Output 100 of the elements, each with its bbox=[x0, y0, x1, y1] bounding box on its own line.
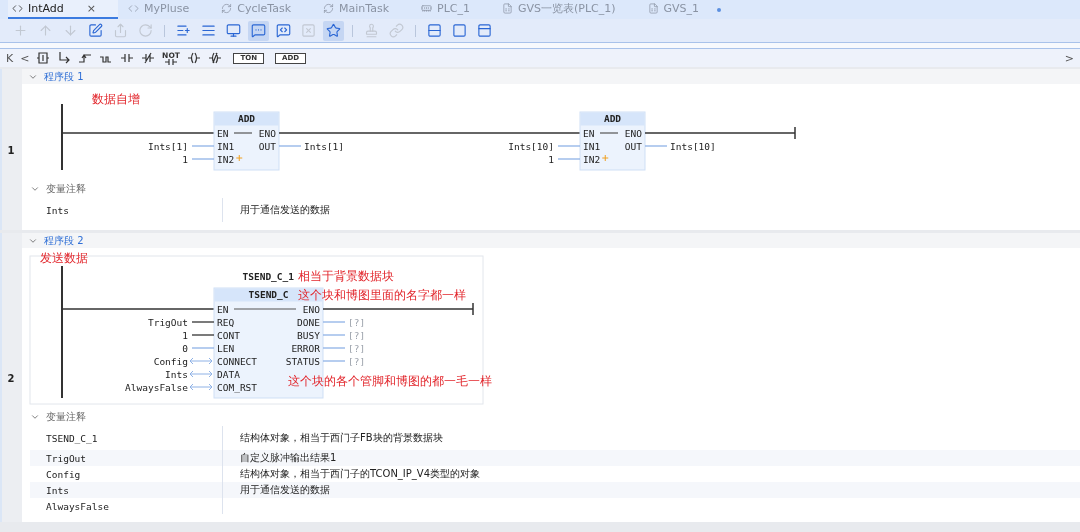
nav-button[interactable]: > bbox=[1064, 51, 1074, 65]
pin-label: IN2 bbox=[583, 153, 601, 165]
pin-label: BUSY bbox=[297, 329, 320, 341]
square-pen-icon bbox=[88, 23, 103, 38]
plus-icon bbox=[13, 23, 28, 38]
connection-wire bbox=[191, 347, 215, 349]
square-x-icon bbox=[301, 23, 316, 38]
variable-label: 0 bbox=[182, 342, 188, 354]
network-header[interactable]: 程序段 1 bbox=[22, 69, 1080, 84]
variable-label: Ints[10] bbox=[670, 140, 716, 152]
pin-label: DONE bbox=[297, 316, 320, 328]
pin-label: ENO bbox=[302, 303, 320, 315]
variable-comment: 结构体对象，相当于西门子的TCON_IP_V4类型的对象 bbox=[240, 467, 481, 481]
link-icon bbox=[389, 23, 404, 38]
comment-code-icon bbox=[276, 23, 291, 38]
network-title: 程序段 1 bbox=[44, 69, 84, 84]
star-icon bbox=[326, 23, 341, 38]
connection-wire bbox=[557, 145, 581, 147]
network-number: 1 bbox=[7, 145, 15, 156]
share-icon bbox=[113, 23, 128, 38]
instance-name: TSEND_C_1 bbox=[242, 270, 294, 282]
pin-label: REQ bbox=[217, 316, 235, 328]
coil-icon[interactable] bbox=[187, 51, 202, 65]
close-tab-button[interactable]: × bbox=[86, 2, 97, 15]
toolbar-button[interactable] bbox=[323, 20, 344, 41]
connector-line bbox=[233, 132, 253, 134]
function-block[interactable] bbox=[213, 287, 324, 399]
pin-label: IN2 bbox=[217, 153, 235, 165]
section-title: 变量注释 bbox=[46, 409, 86, 424]
pin-label: EN bbox=[217, 303, 229, 315]
block-type: TSEND_C bbox=[248, 288, 289, 300]
connection-wire bbox=[322, 360, 346, 362]
lines-icon bbox=[201, 23, 216, 38]
code-icon bbox=[128, 3, 140, 14]
branch-icon[interactable] bbox=[57, 51, 72, 65]
square-icon bbox=[452, 23, 467, 38]
toolbar-button[interactable] bbox=[248, 20, 269, 41]
list-plus-icon bbox=[176, 23, 191, 38]
annotation-note: 这个块的各个管脚和博图的都一毛一样 bbox=[288, 374, 492, 388]
variable-name: AlwaysFalse bbox=[45, 500, 110, 512]
pin-label: ENO bbox=[624, 127, 642, 139]
nav-button[interactable]: K bbox=[6, 51, 14, 65]
panel-top-icon bbox=[477, 23, 492, 38]
pin-label: CONT bbox=[217, 329, 240, 341]
block-type: ADD bbox=[603, 112, 622, 124]
pin-label: IN1 bbox=[217, 140, 235, 152]
connection-wire bbox=[322, 321, 346, 323]
variable-name: TrigOut bbox=[45, 452, 88, 464]
code-icon bbox=[12, 3, 23, 14]
block-type: ADD bbox=[237, 112, 256, 124]
chip-icon bbox=[421, 3, 433, 14]
box-icon[interactable] bbox=[36, 51, 51, 65]
variable-label: [?] bbox=[348, 316, 366, 328]
cycle-icon bbox=[221, 3, 233, 14]
connection-wire bbox=[322, 334, 346, 336]
rising-edge-icon[interactable] bbox=[78, 51, 93, 65]
connection-wire bbox=[322, 347, 346, 349]
variable-label: Ints bbox=[165, 368, 188, 380]
pin-label: IN1 bbox=[583, 140, 601, 152]
annotation-note: 相当于背景数据块 bbox=[298, 269, 394, 283]
pin-label: OUT bbox=[258, 140, 276, 152]
function-block[interactable] bbox=[579, 111, 646, 171]
connection-arrow bbox=[189, 357, 213, 365]
variable-comment: 用于通信发送的数据 bbox=[240, 203, 330, 217]
network-title: 程序段 2 bbox=[44, 233, 84, 248]
rotate-icon bbox=[138, 23, 153, 38]
connection-wire bbox=[278, 145, 302, 147]
nav-button[interactable]: < bbox=[20, 51, 30, 65]
arrow-down-icon bbox=[63, 23, 78, 38]
table-icon bbox=[502, 3, 513, 14]
function-block[interactable] bbox=[213, 111, 280, 171]
variable-label: 1 bbox=[548, 153, 554, 165]
variable-label: Ints[1] bbox=[147, 140, 188, 152]
connection-wire bbox=[191, 334, 215, 336]
negated-coil-icon[interactable] bbox=[208, 51, 223, 65]
contact-icon[interactable] bbox=[120, 51, 135, 65]
connection-wire bbox=[191, 158, 215, 160]
connection-arrow bbox=[189, 370, 213, 378]
pin-label: STATUS bbox=[285, 355, 320, 367]
pin-label: OUT bbox=[624, 140, 642, 152]
variable-comment: 自定义脉冲输出结果1 bbox=[240, 451, 337, 465]
annotation-note: 发送数据 bbox=[40, 251, 88, 265]
variable-name: TSEND_C_1 bbox=[45, 432, 99, 444]
editor-tab[interactable]: IntAdd × bbox=[8, 0, 119, 19]
connector-line bbox=[233, 308, 297, 310]
closed-contact-icon[interactable] bbox=[141, 51, 156, 65]
connection-arrow bbox=[189, 383, 213, 391]
variable-label: Config bbox=[153, 355, 188, 367]
network-header[interactable]: 程序段 2 bbox=[22, 233, 1080, 248]
connection-wire bbox=[191, 321, 215, 323]
annotation-note: 数据自增 bbox=[92, 92, 140, 106]
pin-label: EN bbox=[583, 127, 595, 139]
variable-label: [?] bbox=[348, 329, 366, 341]
pin-label: ENO bbox=[258, 127, 276, 139]
variable-label: Ints[1] bbox=[304, 140, 345, 152]
rows-icon bbox=[427, 23, 442, 38]
pin-label: EN bbox=[217, 127, 229, 139]
pin-label: CONNECT bbox=[217, 355, 258, 367]
variable-label: TrigOut bbox=[147, 316, 188, 328]
variable-label: [?] bbox=[348, 355, 366, 367]
